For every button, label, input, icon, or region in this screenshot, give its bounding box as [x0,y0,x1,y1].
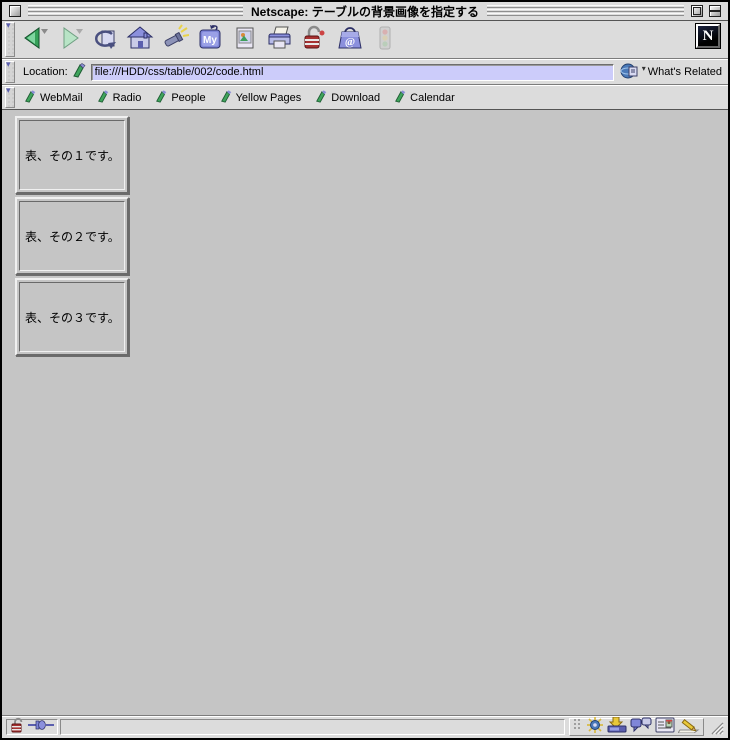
personal-item-calendar[interactable]: Calendar [394,89,455,106]
reload-button[interactable] [87,23,122,56]
zoom-box[interactable] [691,5,703,17]
composer-icon [677,717,700,736]
my-netscape-button[interactable]: My [192,23,227,56]
resize-grip[interactable] [708,719,724,735]
shop-icon: @ [336,24,364,55]
personal-item-label: Radio [112,91,142,104]
whats-related-caret-icon: ▾ [641,63,646,73]
home-icon [126,24,154,55]
table-1: 表、その１です。 [15,116,129,194]
whats-related-label: What's Related [647,66,722,78]
search-button[interactable] [157,23,192,56]
personal-item-people[interactable]: People [155,89,206,106]
collapse-box[interactable] [709,5,721,17]
address-book-component-button[interactable] [655,717,675,736]
composer-component-button[interactable] [677,717,700,736]
status-icons [6,717,58,736]
stop-button [367,23,402,56]
my-netscape-icon: My [196,24,224,55]
personal-item-label: People [171,91,206,104]
component-drag-handle[interactable] [573,718,583,735]
bookmark-icon[interactable] [72,63,87,81]
security-icon [301,24,329,55]
whats-related-globe-icon [620,62,640,83]
back-icon [21,24,49,55]
bookmark-icon [220,89,233,106]
whats-related-button[interactable]: ▾ What's Related [620,62,722,83]
personal-toolbar: WebMail Radio People Yellow Pages Downlo… [2,85,728,109]
title-bar[interactable]: Netscape: テーブルの背景画像を指定する [2,2,728,21]
bookmark-icon [394,89,407,106]
images-icon [231,24,259,55]
window-title: Netscape: テーブルの背景画像を指定する [243,2,487,20]
table-3-text: 表、その３です。 [25,310,120,325]
table-1-text: 表、その１です。 [25,148,120,163]
reload-icon [91,24,119,55]
back-button[interactable] [17,23,52,56]
personal-item-download[interactable]: Download [315,89,381,106]
personal-item-webmail[interactable]: WebMail [24,89,83,106]
table-2-text: 表、その２です。 [25,229,120,244]
navigator-icon [586,717,604,736]
network-plug-icon [28,718,54,735]
location-label: Location: [23,66,68,78]
bookmark-icon [155,89,168,106]
table-3-cell: 表、その３です。 [19,282,125,352]
my-label: My [203,35,217,46]
personal-item-radio[interactable]: Radio [97,89,142,106]
discussions-icon [630,717,652,736]
close-box[interactable] [9,5,21,17]
personal-item-label: Yellow Pages [235,91,302,104]
table-3: 表、その３です。 [15,278,129,356]
status-message [60,718,565,735]
personal-item-label: WebMail [40,91,83,104]
component-bar [569,716,704,736]
toolbar-collapse-tab[interactable] [5,20,15,57]
netscape-logo[interactable]: N [695,23,721,49]
netscape-window: Netscape: テーブルの背景画像を指定する ▾ My @ N ▾ Loca… [0,0,730,740]
personal-item-label: Calendar [410,91,455,104]
navigation-toolbar: My [2,20,728,58]
mailbox-component-button[interactable] [607,716,627,736]
location-collapse-tab[interactable] [5,59,15,83]
security-unlocked-icon[interactable] [10,717,26,736]
mailbox-icon [607,716,627,736]
bookmark-icon [315,89,328,106]
bookmark-icon [97,89,110,106]
shop-button[interactable]: @ [332,23,367,56]
location-input[interactable] [90,63,614,81]
print-icon [266,24,294,55]
table-2: 表、その２です。 [15,197,129,275]
discussions-component-button[interactable] [630,717,652,736]
stop-icon [371,24,399,55]
personal-item-yellow-pages[interactable]: Yellow Pages [220,89,302,106]
navigator-component-button[interactable] [586,717,604,736]
forward-button[interactable] [52,23,87,56]
forward-icon [56,24,84,55]
print-button[interactable] [262,23,297,56]
images-button[interactable] [227,23,262,56]
bookmark-icon [24,89,37,106]
status-bar [2,715,728,737]
home-button[interactable] [122,23,157,56]
svg-text:@: @ [344,36,354,48]
address-book-icon [655,717,675,736]
netscape-logo-letter: N [702,27,714,44]
location-bar: Location: ▾ What's Related [2,59,728,84]
table-1-cell: 表、その１です。 [19,120,125,190]
search-icon [161,24,189,55]
page-content: 表、その１です。 表、その２です。 表、その３です。 [2,109,728,715]
personal-item-label: Download [331,91,381,104]
personal-collapse-tab[interactable] [5,85,15,108]
security-button[interactable] [297,23,332,56]
table-2-cell: 表、その２です。 [19,201,125,271]
